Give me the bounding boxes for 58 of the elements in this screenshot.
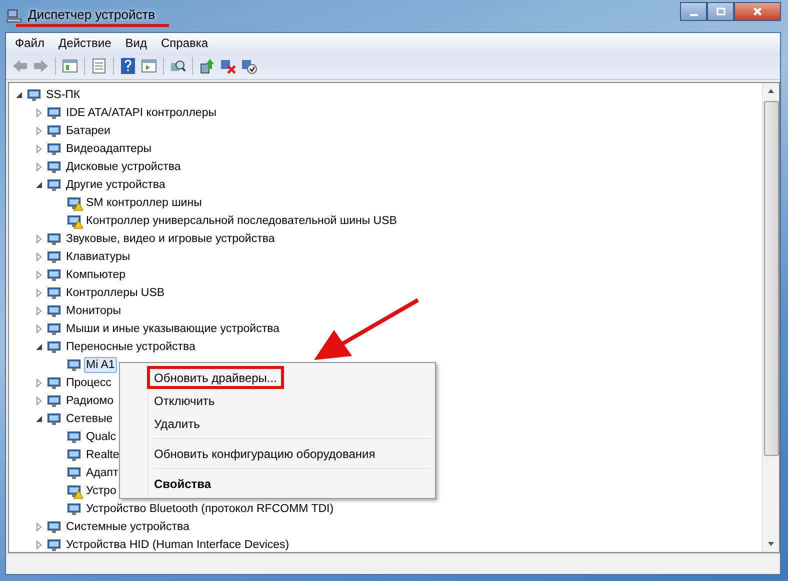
tree-item[interactable]: Контроллеры USB <box>64 285 167 301</box>
menu-item[interactable]: Свойства <box>147 472 218 495</box>
window-title: Диспетчер устройств <box>28 6 156 22</box>
tree-item[interactable]: Клавиатуры <box>64 249 132 265</box>
tree-item[interactable]: SM контроллер шины <box>84 195 204 211</box>
close-button[interactable] <box>734 2 781 21</box>
minimize-button[interactable] <box>680 2 707 21</box>
tree-item[interactable]: Батареи <box>64 123 112 139</box>
tree-item[interactable]: Адапт <box>84 465 120 481</box>
console-tree-icon[interactable] <box>61 57 79 75</box>
tree-item[interactable]: Видеоадаптеры <box>64 141 154 157</box>
expander-icon[interactable] <box>34 342 44 352</box>
expander-icon[interactable] <box>14 90 24 100</box>
menu-item[interactable]: Обновить драйверы... <box>147 366 284 389</box>
tree-item[interactable]: Realte <box>84 447 122 463</box>
close-icon <box>752 6 763 17</box>
tree-item[interactable]: Системные устройства <box>64 519 192 535</box>
menu-item[interactable]: Удалить <box>147 412 207 435</box>
help-icon[interactable] <box>119 57 137 75</box>
menu-item[interactable]: Отключить <box>147 389 222 412</box>
menu-item[interactable]: Обновить конфигурацию оборудования <box>147 442 382 465</box>
enable-icon[interactable] <box>240 57 258 75</box>
tree-item[interactable]: Радиомо <box>64 393 116 409</box>
tree-item[interactable]: Контроллер универсальной последовательной шины USB <box>84 213 399 229</box>
tree-item[interactable]: Устройства HID (Human Interface Devices) <box>64 537 292 552</box>
tree-item[interactable]: Переносные устройства <box>64 339 198 355</box>
tree-item[interactable]: Устро <box>84 483 118 499</box>
tree-item[interactable]: IDE ATA/ATAPI контроллеры <box>64 105 218 121</box>
computer-icon <box>6 8 22 24</box>
tree-item[interactable]: Компьютер <box>64 267 128 283</box>
disable-icon[interactable] <box>219 57 237 75</box>
menu-item[interactable]: Вид <box>119 36 153 50</box>
tree-item[interactable]: Процесс <box>64 375 114 391</box>
tree-item[interactable]: Mi A1 <box>84 357 117 373</box>
tree-item[interactable]: Мыши и иные указывающие устройства <box>64 321 282 337</box>
menu-item[interactable]: Действие <box>52 36 118 50</box>
expander-icon[interactable] <box>34 414 44 424</box>
tree-item[interactable]: Устройство Bluetooth (протокол RFCOMM TDI) <box>84 501 336 517</box>
tree-item[interactable]: SS-ПК <box>44 87 82 103</box>
forward-icon[interactable] <box>32 57 50 75</box>
tree-item[interactable]: Дисковые устройства <box>64 159 183 175</box>
expander-icon[interactable] <box>34 180 44 190</box>
menu-item[interactable]: Справка <box>155 36 214 50</box>
tree-item[interactable]: Сетевые <box>64 411 115 427</box>
back-icon[interactable] <box>11 57 29 75</box>
update-driver-icon[interactable] <box>198 57 216 75</box>
tree-item[interactable]: Мониторы <box>64 303 124 319</box>
maximize-icon <box>716 6 726 16</box>
list-icon[interactable] <box>90 57 108 75</box>
maximize-button[interactable] <box>707 2 734 21</box>
minimize-icon <box>690 14 698 16</box>
tree-item[interactable]: Звуковые, видео и игровые устройства <box>64 231 277 247</box>
window-icon[interactable] <box>140 57 158 75</box>
menu-item[interactable]: Файл <box>9 36 51 50</box>
tree-item[interactable]: Qualc <box>84 429 118 445</box>
scrollbar[interactable] <box>762 83 779 552</box>
tree-item[interactable]: Другие устройства <box>64 177 168 193</box>
scrollbar-thumb[interactable] <box>764 101 778 456</box>
